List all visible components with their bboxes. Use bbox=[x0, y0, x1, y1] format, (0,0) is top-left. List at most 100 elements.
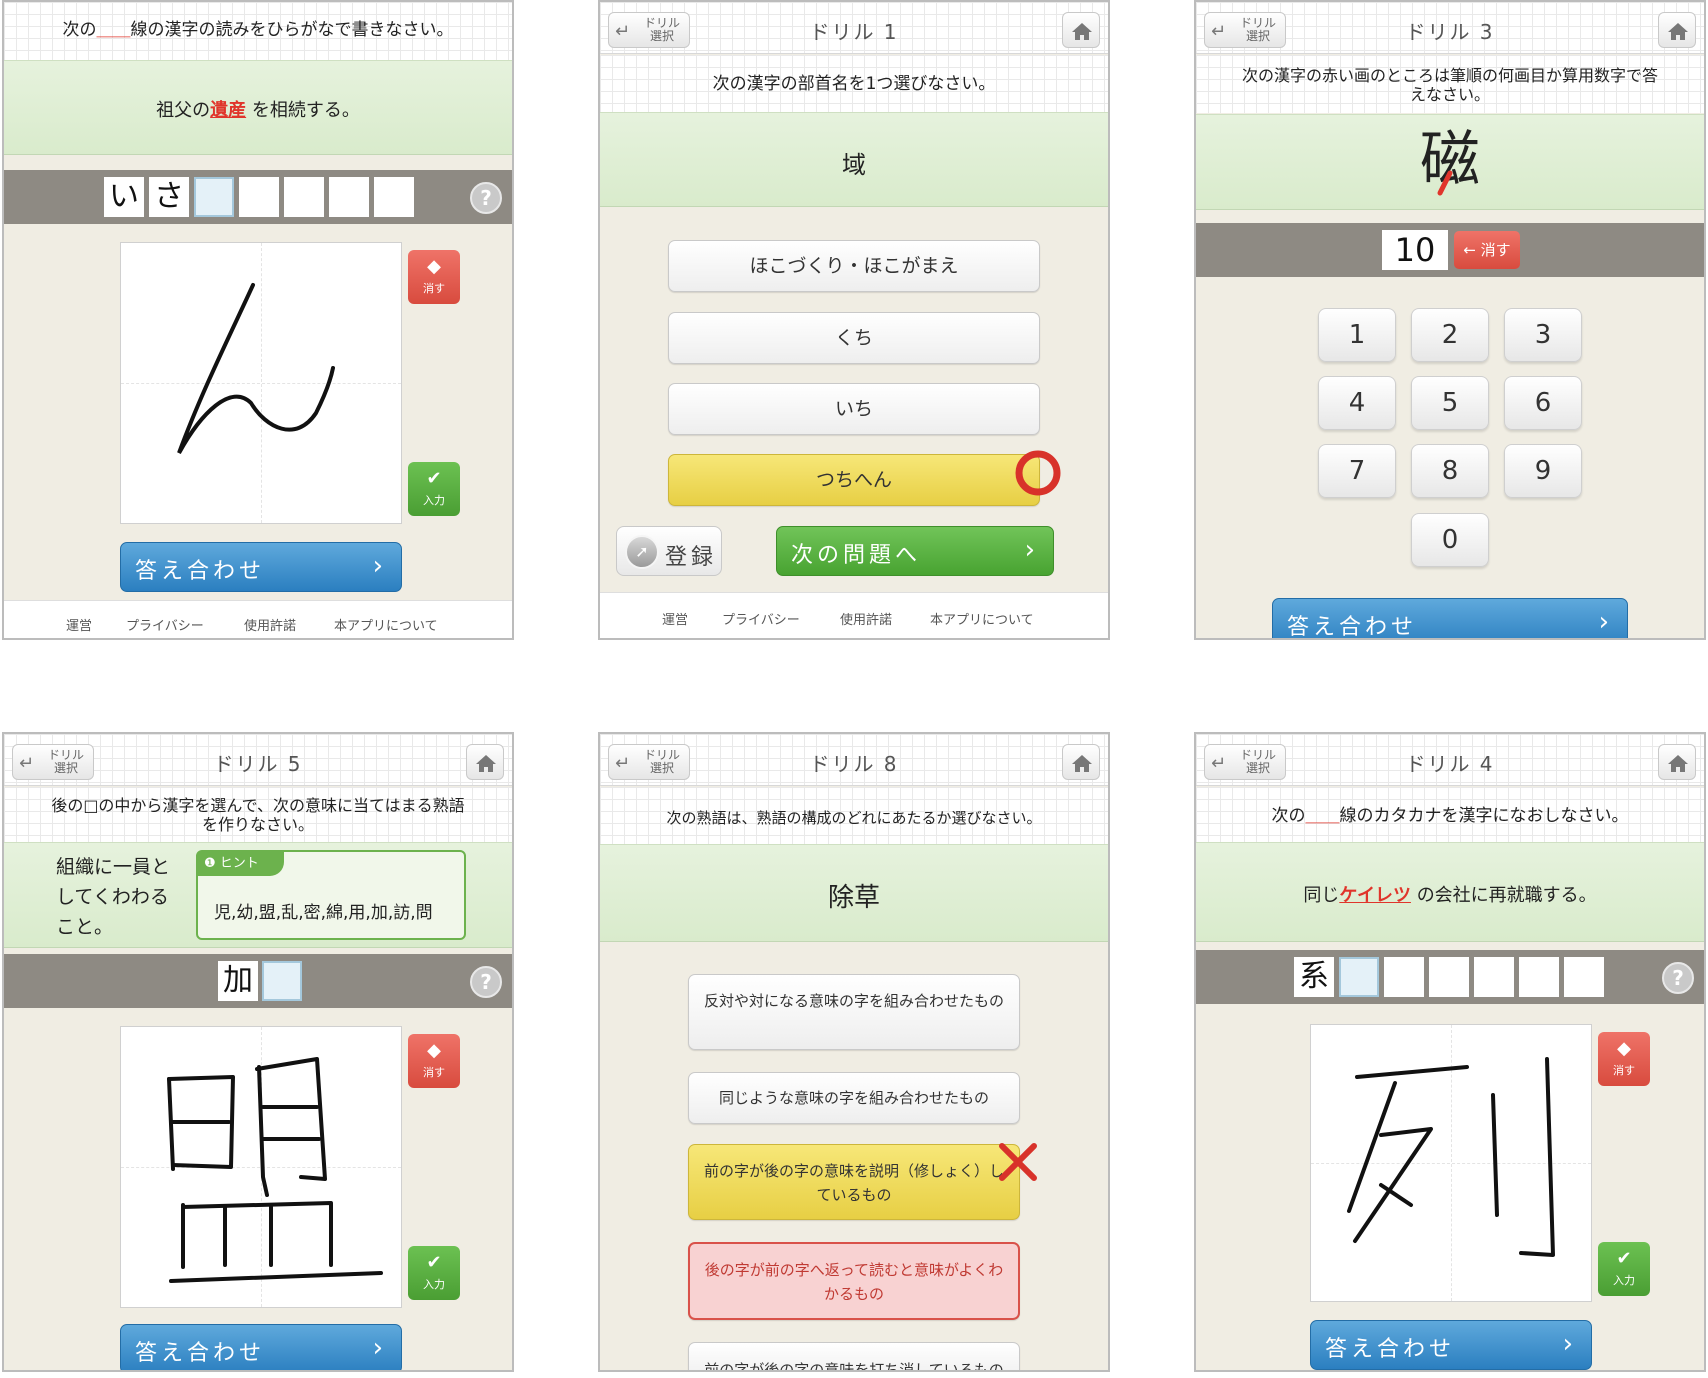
erase-button[interactable]: ← 消す bbox=[1454, 231, 1520, 269]
enter-button[interactable]: ✔ 入力 bbox=[408, 462, 460, 516]
footer-link-license[interactable]: 使用許諾 bbox=[840, 609, 892, 628]
info-icon: ❶ bbox=[204, 856, 216, 871]
option-3-selected[interactable]: 前の字が後の字の意味を説明（修しょく）しているもの bbox=[688, 1144, 1020, 1220]
footer-link-about[interactable]: 本アプリについて bbox=[334, 615, 438, 634]
check-icon: ✔ bbox=[426, 1252, 442, 1273]
key-4[interactable]: 4 bbox=[1318, 376, 1396, 430]
option-5[interactable]: 前の字が後の字の意味を打ち消しているもの bbox=[688, 1342, 1020, 1370]
home-button[interactable] bbox=[466, 744, 504, 780]
check-answer-button[interactable]: 答え合わせ › bbox=[1310, 1320, 1592, 1370]
handwriting-canvas[interactable] bbox=[120, 1026, 402, 1308]
option-3[interactable]: いち bbox=[668, 383, 1040, 435]
question-kanji: 域 bbox=[842, 151, 866, 179]
footer-link-privacy[interactable]: プライバシー bbox=[126, 615, 204, 634]
key-5[interactable]: 5 bbox=[1411, 376, 1489, 430]
check-answer-button[interactable]: 答え合わせ › bbox=[1272, 598, 1628, 638]
top-bar: ↵ ドリル 選択 ドリル 5 bbox=[4, 734, 512, 786]
key-7[interactable]: 7 bbox=[1318, 444, 1396, 498]
option-1[interactable]: 反対や対になる意味の字を組み合わせたもの bbox=[688, 974, 1020, 1050]
erase-button[interactable]: ◆ 消す bbox=[1598, 1032, 1650, 1086]
home-button[interactable] bbox=[1658, 12, 1696, 48]
answer-box[interactable]: 系 bbox=[1294, 957, 1334, 997]
answer-box[interactable]: 加 bbox=[218, 961, 258, 1001]
answer-number[interactable]: 10 bbox=[1382, 230, 1448, 270]
instruction: 次の＿＿線の漢字の読みをひらがなで書きなさい。 bbox=[62, 20, 454, 40]
key-9[interactable]: 9 bbox=[1504, 444, 1582, 498]
answer-box[interactable] bbox=[1429, 957, 1469, 997]
answer-box[interactable] bbox=[1384, 957, 1424, 997]
eraser-icon: ◆ bbox=[427, 256, 441, 277]
chevron-right-icon: › bbox=[1024, 535, 1039, 565]
page-title: ドリル 5 bbox=[213, 752, 303, 776]
option-4-correct[interactable]: 後の字が前の字へ返って読むと意味がよくわかるもの bbox=[688, 1242, 1020, 1320]
answer-box-current[interactable] bbox=[194, 177, 234, 217]
home-button[interactable] bbox=[1062, 744, 1100, 780]
answer-box[interactable]: い bbox=[104, 177, 144, 217]
wrong-cross-icon bbox=[999, 1143, 1037, 1181]
home-button[interactable] bbox=[1062, 12, 1100, 48]
erase-button[interactable]: ◆ 消す bbox=[408, 250, 460, 304]
answer-box[interactable] bbox=[239, 177, 279, 217]
instruction: 次の漢字の部首名を1つ選びなさい。 bbox=[712, 74, 996, 94]
panel-radical-drill: ↵ ドリル 選択 ドリル 1 次の漢字の部首名を1つ選びなさい。 域 ほこづくり・… bbox=[598, 0, 1110, 640]
answer-box[interactable] bbox=[329, 177, 369, 217]
top-bar: ↵ ドリル 選択 ドリル 4 bbox=[1196, 734, 1704, 786]
check-icon: ✔ bbox=[1616, 1248, 1632, 1269]
panel-reading-drill: 次の＿＿線の漢字の読みをひらがなで書きなさい。 祖父の遺産 を相続する。 い さ… bbox=[2, 0, 514, 640]
top-bar: ↵ ドリル 選択 ドリル 3 bbox=[1196, 2, 1704, 54]
footer-link-operator[interactable]: 運営 bbox=[662, 609, 688, 628]
meaning-text: 組織に一員としてくわわること。 bbox=[56, 856, 171, 938]
option-1[interactable]: ほこづくり・ほこがまえ bbox=[668, 240, 1040, 292]
option-2[interactable]: 同じような意味の字を組み合わせたもの bbox=[688, 1072, 1020, 1124]
instruction: 次の＿＿線のカタカナを漢字になおしなさい。 bbox=[1271, 806, 1629, 826]
option-2[interactable]: くち bbox=[668, 312, 1040, 364]
key-6[interactable]: 6 bbox=[1504, 376, 1582, 430]
home-icon bbox=[1072, 755, 1092, 772]
erase-button[interactable]: ◆ 消す bbox=[408, 1034, 460, 1088]
eraser-icon: ◆ bbox=[427, 1040, 441, 1061]
option-4-selected[interactable]: つちへん bbox=[668, 454, 1040, 506]
handwriting-stroke bbox=[167, 1057, 383, 1283]
handwriting-canvas[interactable] bbox=[1310, 1024, 1592, 1302]
answer-box-current[interactable] bbox=[1339, 957, 1379, 997]
check-answer-button[interactable]: 答え合わせ › bbox=[120, 1324, 402, 1370]
help-icon[interactable]: ? bbox=[470, 182, 502, 214]
home-button[interactable] bbox=[1658, 744, 1696, 780]
footer-link-about[interactable]: 本アプリについて bbox=[930, 609, 1034, 628]
footer-link-operator[interactable]: 運営 bbox=[66, 615, 92, 634]
answer-box[interactable] bbox=[1564, 957, 1604, 997]
answer-box-current[interactable] bbox=[262, 961, 302, 1001]
footer-link-license[interactable]: 使用許諾 bbox=[244, 615, 296, 634]
key-3[interactable]: 3 bbox=[1504, 308, 1582, 362]
register-button[interactable]: ➚ 登録 bbox=[616, 526, 722, 576]
help-icon[interactable]: ? bbox=[1662, 962, 1694, 994]
answer-bar: 10 ← 消す bbox=[1196, 223, 1704, 277]
key-2[interactable]: 2 bbox=[1411, 308, 1489, 362]
enter-button[interactable]: ✔ 入力 bbox=[1598, 1242, 1650, 1296]
check-answer-button[interactable]: 答え合わせ › bbox=[120, 542, 402, 592]
answer-box[interactable] bbox=[284, 177, 324, 217]
red-stroke-highlight bbox=[1437, 170, 1453, 196]
chevron-right-icon: › bbox=[372, 1333, 387, 1363]
top-bar: ↵ ドリル 選択 ドリル 1 bbox=[600, 2, 1108, 54]
panel-kanji-writing-drill: ↵ ドリル 選択 ドリル 4 次の＿＿線のカタカナを漢字になおしなさい。 同じケイ… bbox=[1194, 732, 1706, 1372]
help-icon[interactable]: ? bbox=[470, 966, 502, 998]
answer-box[interactable] bbox=[1474, 957, 1514, 997]
handwriting-canvas[interactable] bbox=[120, 242, 402, 524]
enter-button[interactable]: ✔ 入力 bbox=[408, 1246, 460, 1300]
key-1[interactable]: 1 bbox=[1318, 308, 1396, 362]
question-band: 同じケイレツ の会社に再就職する。 bbox=[1196, 842, 1704, 942]
next-question-button[interactable]: 次の問題へ › bbox=[776, 526, 1054, 576]
key-0[interactable]: 0 bbox=[1411, 513, 1489, 567]
key-8[interactable]: 8 bbox=[1411, 444, 1489, 498]
page-title: ドリル 4 bbox=[1405, 752, 1495, 776]
page-title: ドリル 3 bbox=[1405, 20, 1495, 44]
question-sentence: 同じケイレツ の会社に再就職する。 bbox=[1303, 885, 1597, 906]
answer-box[interactable] bbox=[374, 177, 414, 217]
answer-box[interactable]: さ bbox=[149, 177, 189, 217]
footer: 運営 プライバシー 使用許諾 本アプリについて bbox=[600, 592, 1108, 638]
chevron-right-icon: › bbox=[1562, 1329, 1577, 1359]
answer-box[interactable] bbox=[1519, 957, 1559, 997]
handwriting-stroke bbox=[1347, 1057, 1555, 1257]
footer-link-privacy[interactable]: プライバシー bbox=[722, 609, 800, 628]
